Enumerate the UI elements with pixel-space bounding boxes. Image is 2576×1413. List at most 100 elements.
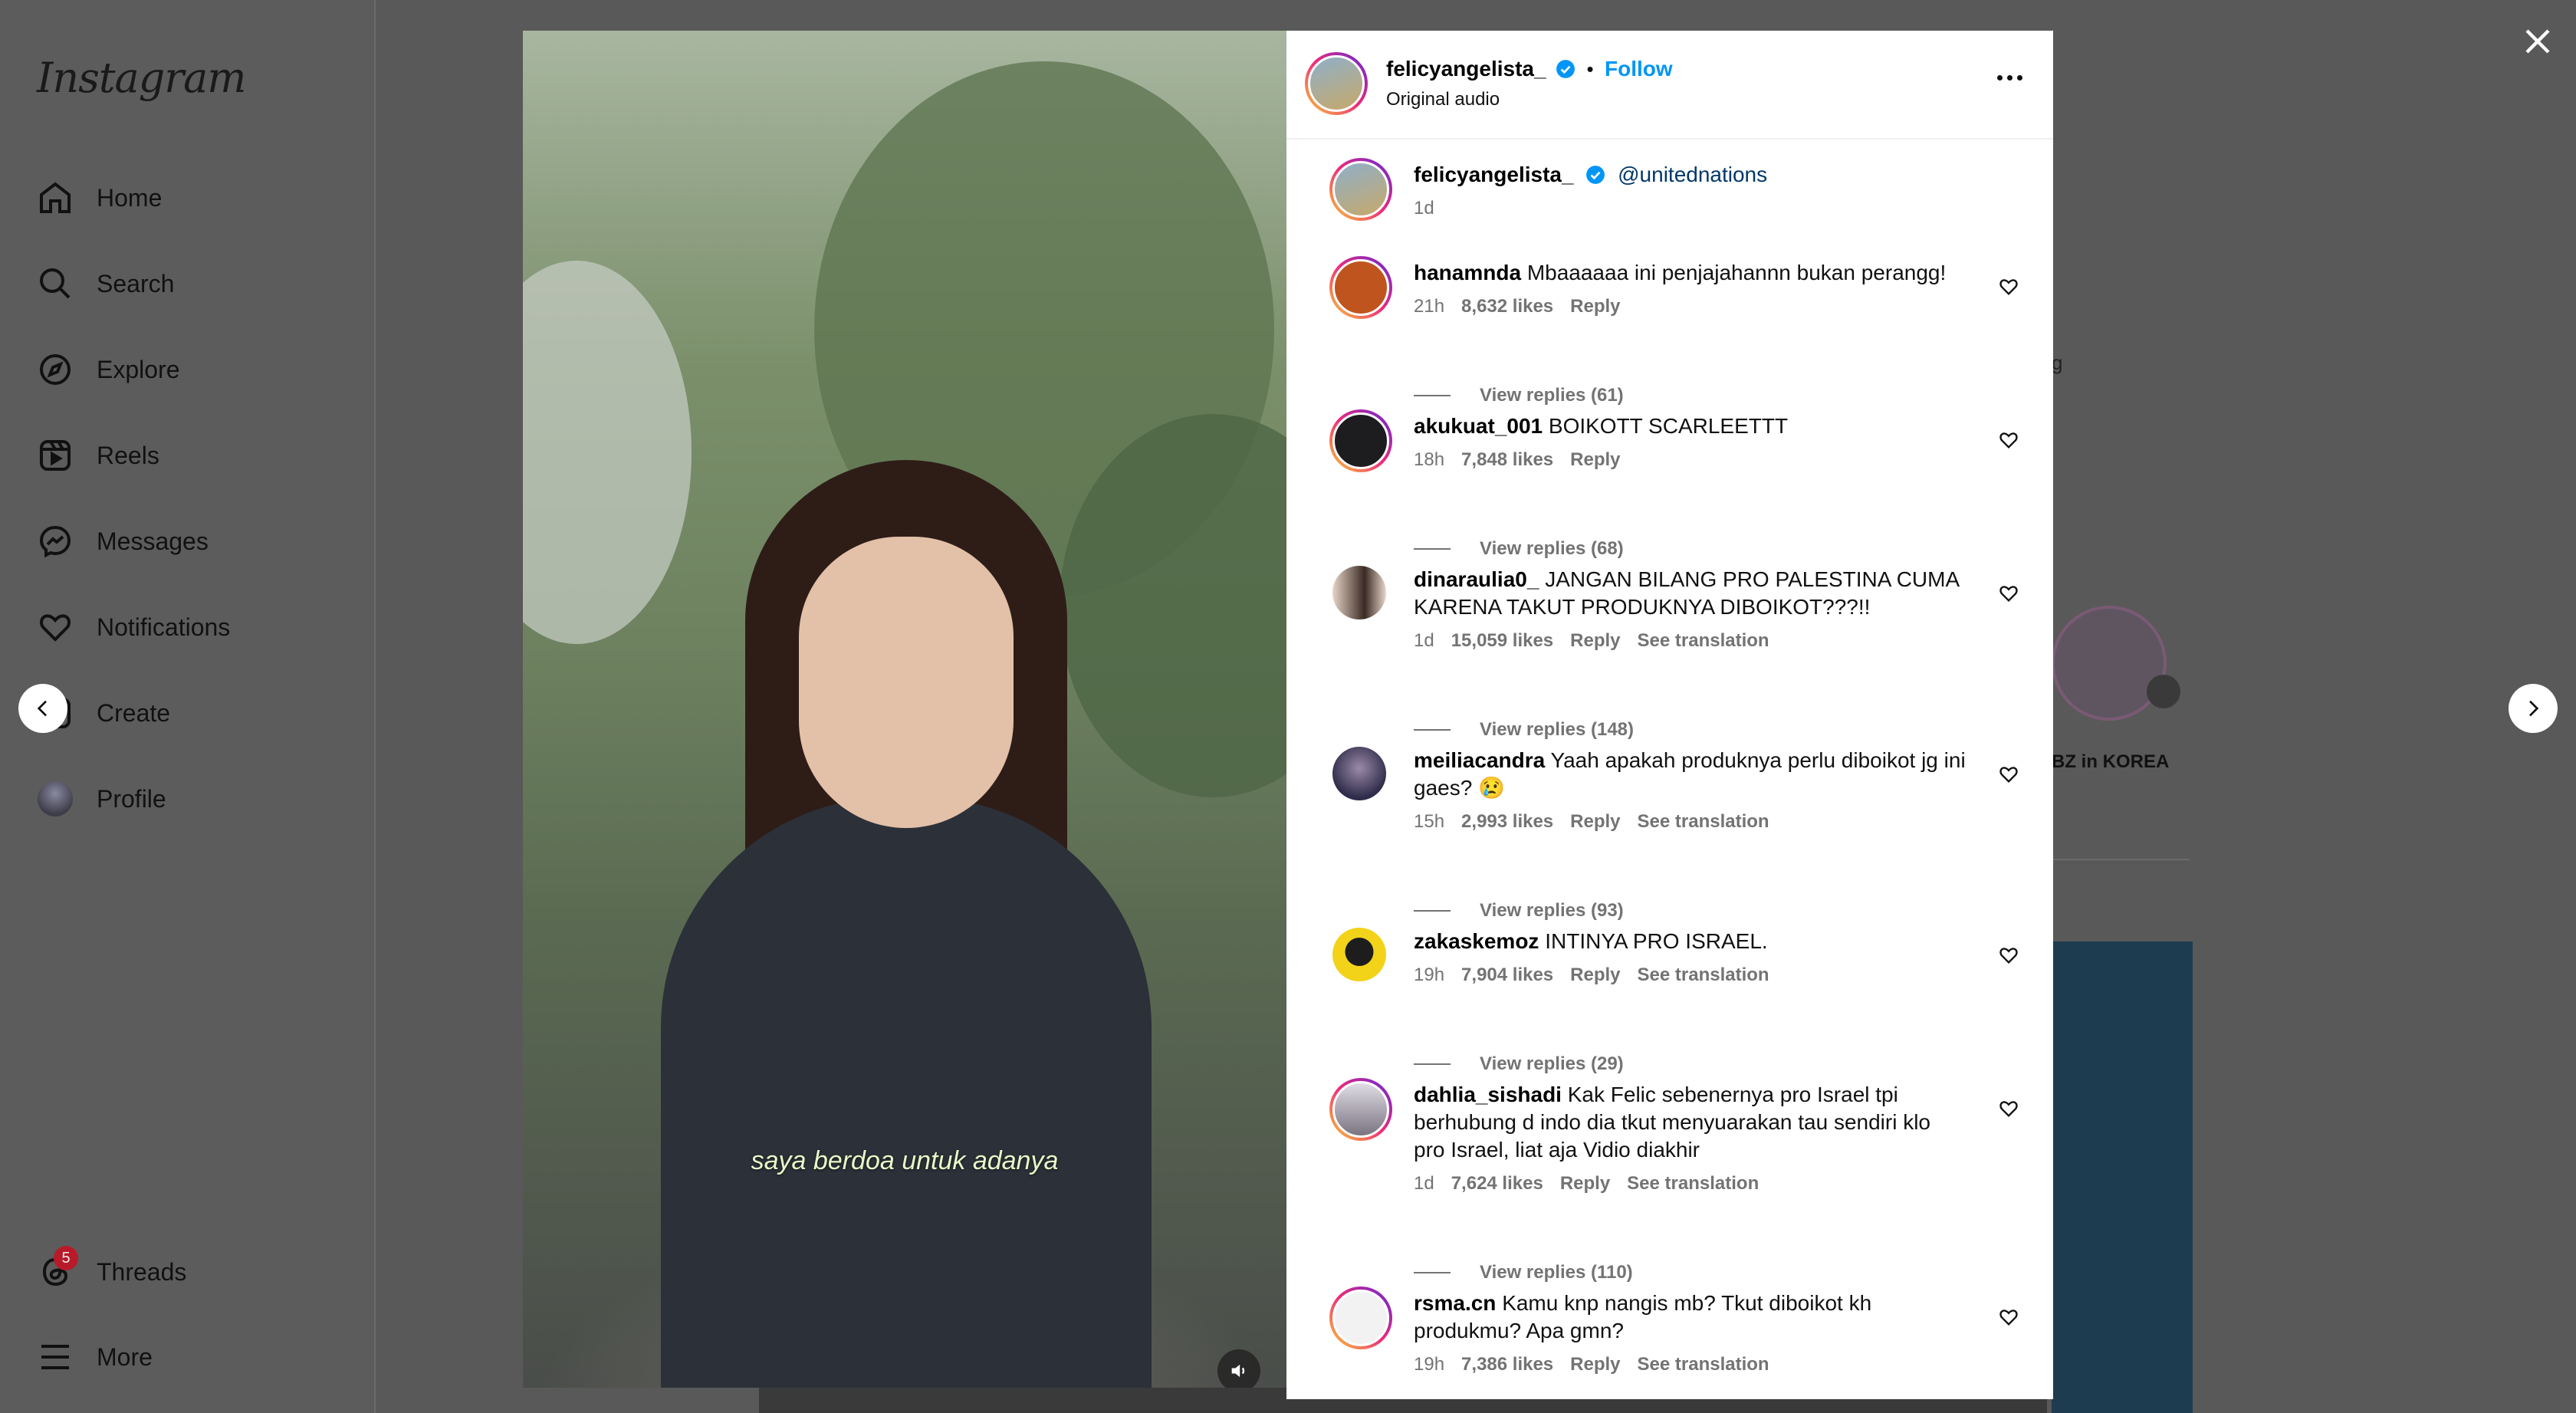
see-translation-button[interactable]: See translation <box>1638 964 1769 985</box>
caption-time: 1d <box>1414 198 1434 219</box>
comment-likes[interactable]: 7,848 likes <box>1461 449 1553 470</box>
commenter-avatar[interactable] <box>1329 256 1392 319</box>
close-button[interactable] <box>2519 23 2556 60</box>
mute-button[interactable] <box>1217 1349 1260 1388</box>
post-header: felicyangelista_ • Follow Original audio <box>1286 31 2053 140</box>
instagram-logo[interactable]: Instagram <box>37 54 246 102</box>
sidebar-item-label: Search <box>97 269 175 297</box>
video-house <box>523 261 692 644</box>
caption-mention-link[interactable]: @unitednations <box>1618 163 1767 186</box>
commenter-username[interactable]: dinaraulia0_ <box>1414 567 1539 591</box>
sidebar-item-label: Create <box>97 698 171 727</box>
commenter-username[interactable]: rsma.cn <box>1414 1291 1496 1315</box>
commenter-username[interactable]: zakaskemoz <box>1414 929 1539 953</box>
sidebar-item-label: Explore <box>97 355 180 383</box>
commenter-avatar[interactable] <box>1332 928 1386 981</box>
see-translation-button[interactable]: See translation <box>1638 630 1769 651</box>
view-replies-button[interactable]: View replies (110) <box>1414 1262 1633 1283</box>
avatar <box>34 777 77 820</box>
sidebar-item-profile[interactable]: Profile <box>34 768 356 830</box>
comment-text: Mbaaaaaa ini penjajahannn bukan perangg! <box>1526 261 1947 284</box>
view-replies-button[interactable]: View replies (68) <box>1414 538 1624 560</box>
reply-button[interactable]: Reply <box>1570 964 1620 985</box>
comment-likes[interactable]: 15,059 likes <box>1451 630 1553 651</box>
author-avatar[interactable] <box>1305 52 1368 115</box>
comment-likes[interactable]: 8,632 likes <box>1461 296 1553 317</box>
commenter-avatar[interactable] <box>1332 566 1386 619</box>
comment-likes[interactable]: 7,386 likes <box>1461 1354 1553 1375</box>
like-heart-icon[interactable] <box>1998 1098 2019 1119</box>
commenter-username[interactable]: hanamnda <box>1414 261 1521 284</box>
commenter-username[interactable]: meiliacandra <box>1414 748 1545 772</box>
see-translation-button[interactable]: See translation <box>1638 811 1769 832</box>
reply-button[interactable]: Reply <box>1570 449 1620 470</box>
commenter-username[interactable]: dahlia_sishadi <box>1414 1083 1562 1106</box>
sidebar-item-home[interactable]: Home <box>34 167 356 228</box>
video-person-face <box>799 537 1014 828</box>
chevron-left-icon <box>37 700 47 717</box>
sidebar-item-more[interactable]: More <box>34 1326 356 1388</box>
sidebar-item-reels[interactable]: Reels <box>34 425 356 486</box>
background-text: g <box>2052 351 2063 374</box>
commenter-avatar[interactable] <box>1332 747 1386 800</box>
like-heart-icon[interactable] <box>1998 583 2019 604</box>
sidebar-item-messages[interactable]: Messages <box>34 511 356 572</box>
background-post-tile <box>2052 941 2193 1413</box>
search-icon <box>34 262 77 305</box>
view-replies-button[interactable]: View replies (93) <box>1414 900 1624 922</box>
chevron-right-icon <box>2529 700 2539 717</box>
audio-label[interactable]: Original audio <box>1386 89 1500 110</box>
view-replies-button[interactable]: View replies (29) <box>1414 1053 1624 1075</box>
sidebar-item-threads[interactable]: 5 Threads <box>34 1241 356 1303</box>
sidebar-item-label: Home <box>97 183 163 212</box>
like-heart-icon[interactable] <box>1998 1306 2019 1328</box>
commenter-avatar[interactable] <box>1329 409 1392 472</box>
follow-button[interactable]: Follow <box>1605 57 1673 81</box>
sidebar-item-notifications[interactable]: Notifications <box>34 596 356 658</box>
reply-button[interactable]: Reply <box>1570 296 1620 317</box>
commenter-avatar[interactable] <box>1329 1286 1392 1349</box>
comment-likes[interactable]: 7,904 likes <box>1461 964 1553 985</box>
compass-icon <box>34 348 77 391</box>
menu-icon <box>34 1336 77 1378</box>
commenter-username[interactable]: akukuat_001 <box>1414 414 1543 438</box>
reel-video[interactable]: saya berdoa untuk adanya <box>523 31 1286 1388</box>
like-heart-icon[interactable] <box>1998 764 2019 785</box>
verified-icon <box>1586 166 1605 184</box>
see-translation-button[interactable]: See translation <box>1638 1354 1769 1375</box>
like-heart-icon[interactable] <box>1998 945 2019 966</box>
like-heart-icon[interactable] <box>1998 276 2019 297</box>
reply-button[interactable]: Reply <box>1570 1354 1620 1375</box>
commenter-avatar[interactable] <box>1329 1078 1392 1141</box>
view-replies-button[interactable]: View replies (148) <box>1414 719 1634 741</box>
author-username[interactable]: felicyangelista_ <box>1414 163 1574 186</box>
background-next-icon <box>2147 675 2180 708</box>
comment-time: 19h <box>1414 964 1445 985</box>
more-options-icon[interactable] <box>1997 75 2022 81</box>
comment-likes[interactable]: 2,993 likes <box>1461 811 1553 832</box>
reels-icon <box>34 434 77 477</box>
messenger-icon <box>34 520 77 563</box>
author-username[interactable]: felicyangelista_ <box>1386 57 1546 81</box>
reply-button[interactable]: Reply <box>1560 1173 1610 1194</box>
reply-button[interactable]: Reply <box>1570 811 1620 832</box>
speaker-icon <box>1231 1364 1245 1378</box>
next-post-button[interactable] <box>2509 684 2558 733</box>
reply-button[interactable]: Reply <box>1570 630 1620 651</box>
sidebar-item-create[interactable]: Create <box>34 682 356 744</box>
author-avatar[interactable] <box>1329 158 1392 221</box>
sidebar-item-label: More <box>97 1342 153 1371</box>
view-replies-button[interactable]: View replies (61) <box>1414 385 1624 406</box>
see-translation-button[interactable]: See translation <box>1627 1173 1759 1194</box>
previous-post-button[interactable] <box>18 684 67 733</box>
comment-text: INTINYA PRO ISRAEL. <box>1545 929 1768 953</box>
video-person-body <box>661 797 1152 1388</box>
sidebar-item-explore[interactable]: Explore <box>34 339 356 400</box>
sidebar-item-search[interactable]: Search <box>34 253 356 314</box>
comment-likes[interactable]: 7,624 likes <box>1451 1173 1543 1194</box>
sidebar-item-label: Notifications <box>97 613 231 641</box>
like-heart-icon[interactable] <box>1998 429 2019 451</box>
sidebar-item-label: Reels <box>97 441 159 469</box>
sidebar-item-label: Profile <box>97 784 166 813</box>
sidebar-item-label: Messages <box>97 527 209 555</box>
